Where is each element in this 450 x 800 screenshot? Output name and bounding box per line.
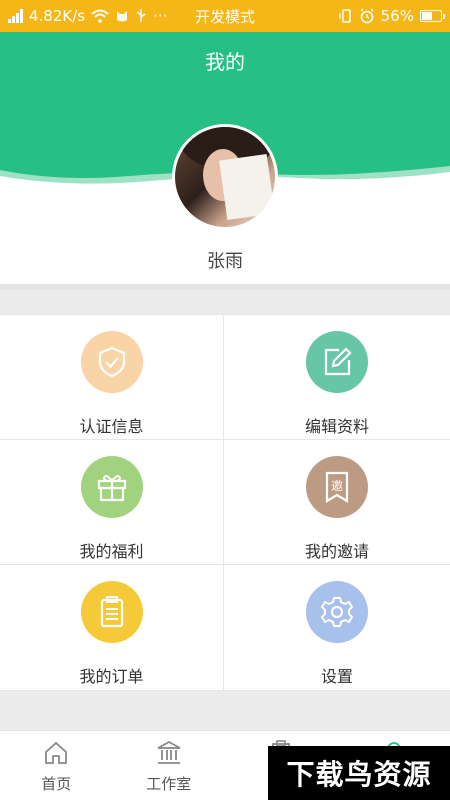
nav-home[interactable]: 首页 — [0, 731, 113, 800]
status-left: 4.82K/s ··· — [8, 7, 167, 25]
developer-mode-label: 开发模式 — [194, 7, 256, 26]
wifi-icon — [91, 9, 109, 23]
edit-icon — [306, 331, 368, 393]
battery-icon — [420, 10, 445, 22]
watermark: 下载鸟资源 — [268, 746, 450, 800]
phone-vibrate-icon — [339, 9, 351, 23]
battery-percent: 56% — [380, 7, 414, 25]
grid-item-settings[interactable]: 设置 — [224, 565, 450, 691]
grid-item-label: 我的福利 — [79, 542, 144, 561]
shield-check-icon — [80, 331, 143, 393]
home-icon — [45, 741, 68, 764]
signal-icon — [8, 9, 23, 23]
username: 张雨 — [207, 251, 243, 272]
grid-item-label: 编辑资料 — [304, 417, 369, 436]
grid-item-orders[interactable]: 我的订单 — [0, 565, 224, 691]
invite-icon: 邀 — [306, 456, 368, 518]
status-more: ··· — [153, 7, 168, 25]
usb-icon — [136, 9, 146, 22]
nav-studio[interactable]: 工作室 — [113, 731, 226, 800]
grid-item-edit-profile[interactable]: 编辑资料 — [224, 315, 450, 440]
alarm-icon — [360, 8, 374, 24]
grid-item-benefits[interactable]: 我的福利 — [0, 440, 224, 565]
gear-icon — [306, 581, 368, 643]
menu-grid: 认证信息 编辑资料 我的福利 邀 我的邀请 我的订单 设置 — [0, 314, 450, 691]
status-bar: 4.82K/s ··· 开发模式 56% — [0, 0, 450, 32]
gift-icon — [80, 456, 143, 518]
network-speed: 4.82K/s — [29, 7, 86, 25]
cat-icon — [117, 11, 128, 22]
nav-label: 首页 — [41, 775, 72, 793]
grid-item-label: 我的订单 — [79, 667, 144, 686]
grid-item-invitations[interactable]: 邀 我的邀请 — [224, 440, 450, 565]
grid-item-label: 我的邀请 — [304, 542, 369, 561]
grid-item-verification[interactable]: 认证信息 — [0, 315, 224, 440]
avatar[interactable] — [172, 124, 278, 230]
avatar-note — [219, 153, 275, 221]
clipboard-icon — [80, 581, 143, 643]
page-title: 我的 — [205, 50, 245, 74]
bank-icon — [157, 740, 181, 764]
grid-item-label: 认证信息 — [79, 417, 144, 436]
invite-glyph: 邀 — [331, 478, 343, 493]
status-right: 56% — [339, 7, 445, 25]
nav-label: 工作室 — [146, 775, 192, 793]
section-divider — [0, 284, 450, 290]
grid-item-label: 设置 — [320, 667, 353, 686]
